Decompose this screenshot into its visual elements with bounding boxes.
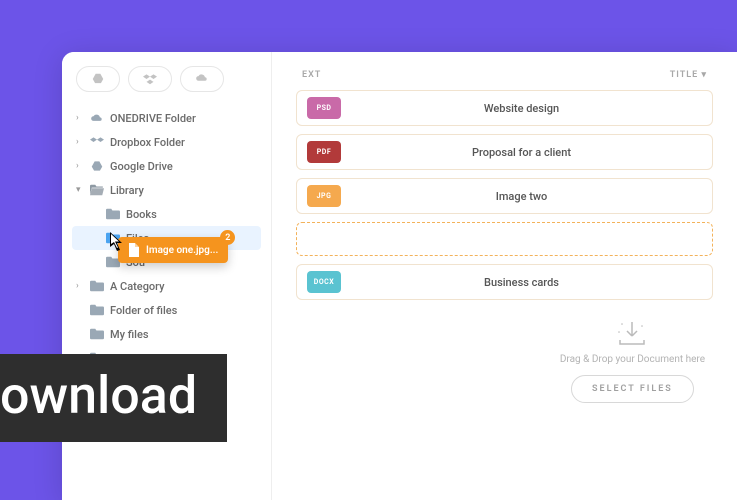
tree-item-label: My files	[110, 328, 149, 341]
tree-item-label: Books	[126, 208, 157, 221]
gdrive-icon	[91, 72, 105, 86]
file-title: Image two	[341, 190, 702, 203]
ext-badge: JPG	[307, 185, 341, 207]
file-row[interactable]: DOCXBusiness cards	[296, 264, 713, 300]
tree-item-label: Google Drive	[110, 160, 173, 173]
file-title: Proposal for a client	[341, 146, 702, 159]
caret-icon: ›	[76, 113, 84, 123]
tree-item[interactable]: Folder of files	[72, 298, 261, 322]
cloud-provider-pills	[72, 66, 261, 92]
tree-item-label: Folder of files	[110, 304, 177, 317]
caret-icon: ›	[76, 137, 84, 147]
dropzone-hint: Drag & Drop your Document here	[560, 354, 705, 365]
tree-item[interactable]: › ONEDRIVE Folder	[72, 106, 261, 130]
drag-filename: Image one.jpg...	[146, 245, 218, 256]
cloud-icon	[195, 72, 209, 86]
tree-item[interactable]: › Dropbox Folder	[72, 130, 261, 154]
col-ext[interactable]: EXT	[302, 70, 321, 80]
dropbox-pill[interactable]	[128, 66, 172, 92]
cloud-pill[interactable]	[180, 66, 224, 92]
tree-item[interactable]: › Google Drive	[72, 154, 261, 178]
tree-item[interactable]: ▾ Library	[72, 178, 261, 202]
tree-item[interactable]: › A Category	[72, 274, 261, 298]
ext-badge: PDF	[307, 141, 341, 163]
dropbox-icon	[143, 72, 157, 86]
caret-icon: ›	[76, 281, 84, 291]
ext-badge: DOCX	[307, 271, 341, 293]
download-icon	[616, 320, 648, 348]
drop-target-row[interactable]	[296, 222, 713, 256]
tree-item-label: Dropbox Folder	[110, 136, 185, 149]
file-row[interactable]: PDFProposal for a client	[296, 134, 713, 170]
tree-item-label: ONEDRIVE Folder	[110, 112, 196, 125]
download-overlay-text: ownload	[0, 354, 227, 442]
select-files-button[interactable]: SELECT FILES	[571, 375, 694, 403]
file-row[interactable]: JPGImage two	[296, 178, 713, 214]
gdrive-pill[interactable]	[76, 66, 120, 92]
file-title: Website design	[341, 102, 702, 115]
tree-item[interactable]: My files	[72, 322, 261, 346]
caret-icon: ›	[76, 161, 84, 171]
main-panel: EXT TITLE ▾ PSDWebsite design PDFProposal…	[272, 52, 737, 500]
file-row[interactable]: PSDWebsite design	[296, 90, 713, 126]
cursor-icon	[110, 232, 126, 252]
tree-item-label: Library	[110, 184, 144, 197]
drag-preview-chip: Image one.jpg... 2	[118, 237, 228, 263]
tree-item-label: A Category	[110, 280, 165, 293]
caret-icon: ▾	[76, 185, 84, 195]
col-title[interactable]: TITLE ▾	[670, 70, 707, 80]
file-list: PSDWebsite design PDFProposal for a clien…	[296, 90, 713, 300]
ext-badge: PSD	[307, 97, 341, 119]
tree-item[interactable]: Books	[72, 202, 261, 226]
file-icon	[128, 243, 140, 257]
dropzone[interactable]: Drag & Drop your Document here SELECT FI…	[560, 320, 713, 403]
file-title: Business cards	[341, 276, 702, 289]
file-list-header: EXT TITLE ▾	[296, 70, 713, 90]
